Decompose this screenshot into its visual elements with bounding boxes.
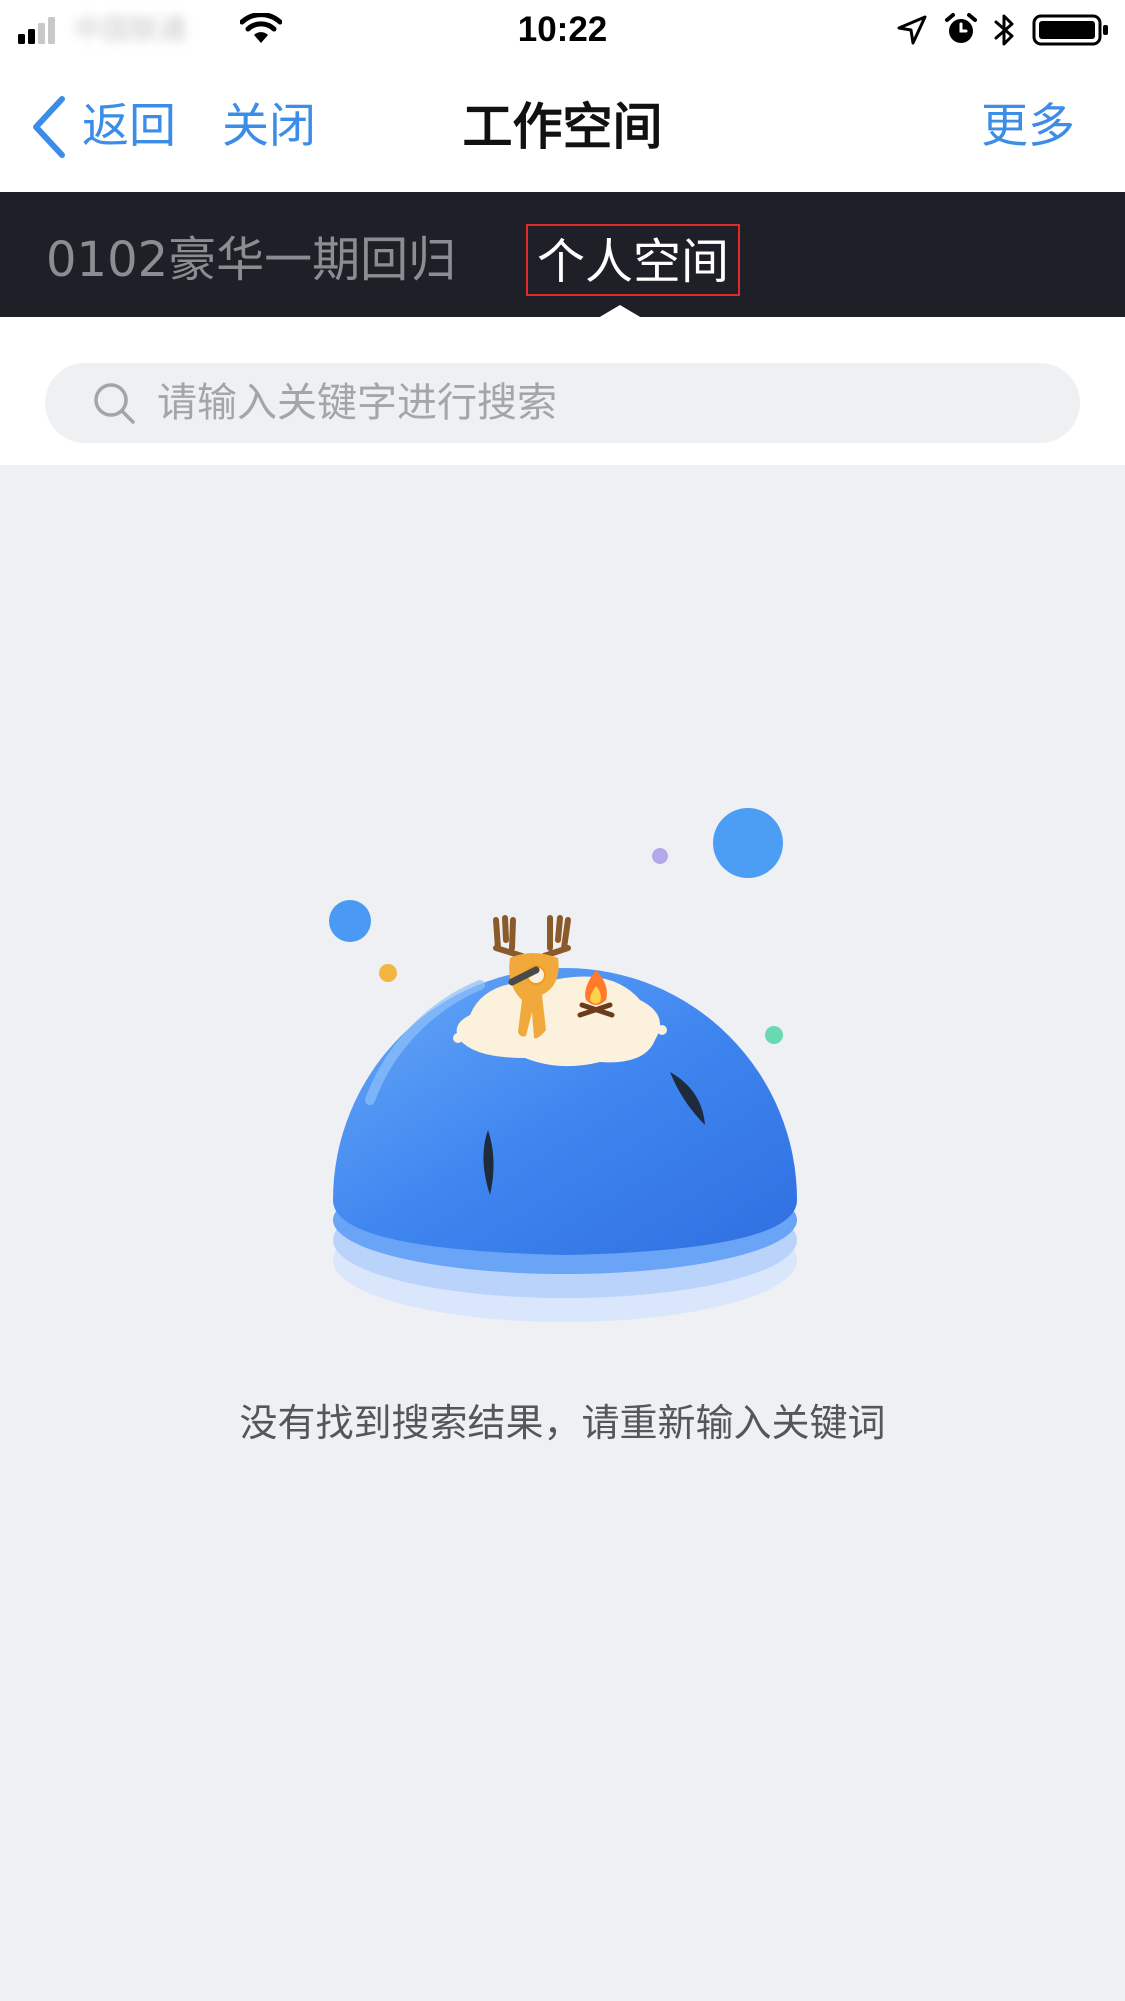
- bubble-large: [713, 808, 783, 878]
- location-icon: [897, 15, 927, 45]
- alarm-icon: [945, 13, 977, 43]
- search-input[interactable]: [157, 373, 1080, 433]
- bubble-yellow: [379, 964, 397, 982]
- empty-globe-deer-illustration: [329, 808, 797, 1322]
- workspace-screen: 中国联通 10:22 返回 关闭 工作空间 更多 0102豪华一期回归 个人空间…: [0, 0, 1125, 2001]
- more-button[interactable]: 更多: [981, 92, 1075, 162]
- empty-result-message: 没有找到搜索结果，请重新输入关键词: [239, 1401, 886, 1445]
- bubble-purple: [652, 848, 668, 864]
- back-label: 返回: [82, 99, 176, 154]
- back-button[interactable]: 返回: [30, 92, 176, 162]
- battery-icon: [1032, 14, 1108, 46]
- navigation-bar: 返回 关闭 工作空间 更多: [0, 62, 1125, 192]
- bubble-left: [329, 900, 371, 942]
- search-box[interactable]: [45, 363, 1080, 443]
- status-bar: 中国联通 10:22: [0, 0, 1125, 62]
- bluetooth-icon: [994, 14, 1014, 46]
- tab-personal-space[interactable]: 个人空间: [526, 224, 740, 296]
- chevron-left-icon: [33, 96, 65, 158]
- search-section: [0, 317, 1125, 465]
- tab-0102-haohua[interactable]: 0102豪华一期回归: [46, 224, 456, 296]
- workspace-tab-bar: 0102豪华一期回归 个人空间: [0, 192, 1125, 317]
- bubble-green: [765, 1026, 783, 1044]
- search-icon: [94, 383, 135, 424]
- close-button[interactable]: 关闭: [222, 92, 316, 162]
